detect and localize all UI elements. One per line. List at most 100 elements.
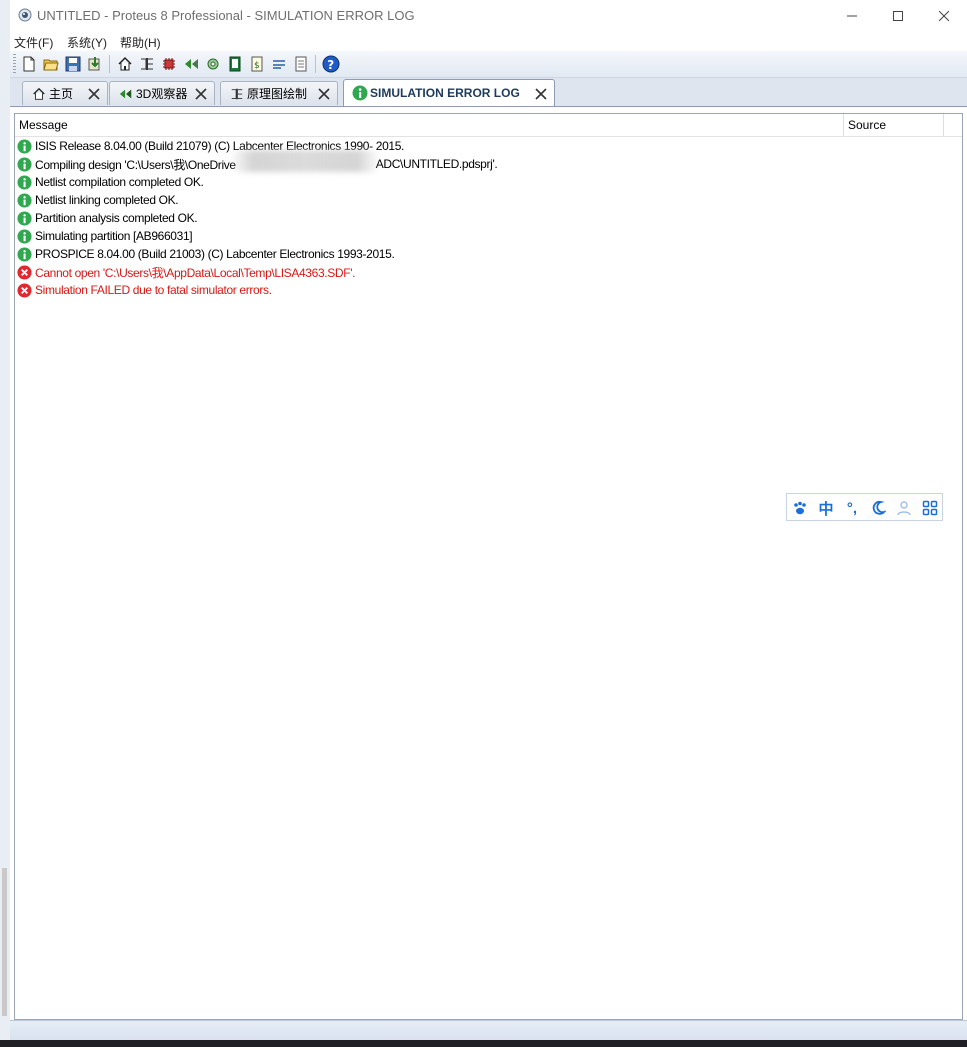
- save-icon: [65, 56, 81, 72]
- info-icon: [17, 156, 32, 172]
- notes-button[interactable]: [291, 54, 311, 74]
- toolbar-grip[interactable]: [13, 54, 16, 73]
- log-row[interactable]: Netlist linking completed OK.: [17, 191, 179, 209]
- svg-text:$: $: [254, 61, 260, 71]
- menu-help[interactable]: 帮助(H): [120, 34, 161, 51]
- tab-simulation-error-log[interactable]: SIMULATION ERROR LOG: [343, 79, 555, 106]
- column-divider[interactable]: [843, 114, 844, 136]
- bom-button[interactable]: [225, 54, 245, 74]
- 3d-viewer-icon: [185, 59, 198, 69]
- tab-schematic-label: 原理图绘制: [247, 87, 308, 101]
- bill-of-materials-icon: [229, 56, 241, 72]
- taskbar: [0, 1040, 967, 1047]
- close-tab-icon[interactable]: [87, 87, 101, 101]
- document-tabs: 主页 3D观察器 原理图绘制 SIMULATION ERROR LOG: [10, 78, 967, 107]
- log-row-error[interactable]: Cannot open 'C:\Users\我\AppData\Local\Te…: [17, 263, 355, 281]
- gerber-button[interactable]: [203, 54, 223, 74]
- window-title: UNTITLED - Proteus 8 Professional - SIMU…: [37, 8, 415, 23]
- log-row-error[interactable]: Simulation FAILED due to fatal simulator…: [17, 281, 272, 299]
- close-tab-icon[interactable]: [317, 87, 331, 101]
- new-file-button[interactable]: [19, 54, 39, 74]
- proteus-window: UNTITLED - Proteus 8 Professional - SIMU…: [10, 0, 967, 1041]
- design-explorer-button[interactable]: $: [247, 54, 267, 74]
- close-icon: [939, 10, 949, 21]
- log-column-header: Message Source: [15, 114, 962, 137]
- ime-punctuation[interactable]: °,: [843, 499, 861, 517]
- menu-file[interactable]: 文件(F): [14, 34, 53, 51]
- maximize-icon: [893, 10, 903, 21]
- log-row[interactable]: Partition analysis completed OK.: [17, 209, 198, 227]
- log-message: Simulating partition [AB966031]: [35, 229, 193, 243]
- pcb-button[interactable]: [159, 54, 179, 74]
- help-button[interactable]: ?: [321, 54, 341, 74]
- log-message: Netlist linking completed OK.: [35, 193, 179, 207]
- minimize-icon: [847, 15, 857, 16]
- tab-schematic[interactable]: 原理图绘制: [220, 81, 338, 105]
- netlist-button[interactable]: [269, 54, 289, 74]
- info-icon: [352, 85, 368, 101]
- import-icon: [88, 57, 100, 71]
- column-source[interactable]: Source: [848, 118, 886, 132]
- log-row[interactable]: Simulating partition [AB966031]: [17, 227, 193, 245]
- open-folder-icon: [43, 59, 59, 71]
- 3d-viewer-button[interactable]: [181, 54, 201, 74]
- error-log-panel: Message Source ISIS Release 8.04.00 (Bui…: [14, 113, 963, 1020]
- log-message: Simulation FAILED due to fatal simulator…: [35, 283, 272, 297]
- schematic-icon: [229, 86, 245, 102]
- ime-chinese-mode[interactable]: 中: [817, 499, 835, 518]
- toolbar-separator: [109, 55, 110, 73]
- info-icon: [17, 210, 32, 226]
- error-icon: [17, 264, 32, 280]
- grid-icon[interactable]: [921, 499, 939, 517]
- moon-icon[interactable]: [869, 499, 887, 517]
- redaction-blur: [230, 150, 380, 172]
- close-tab-icon[interactable]: [194, 87, 208, 101]
- log-message: PROSPICE 8.04.00 (Build 21003) (C) Labce…: [35, 247, 395, 261]
- design-explorer-icon: $: [251, 56, 263, 72]
- ime-toolbar: 中 °,: [786, 493, 943, 521]
- log-row[interactable]: PROSPICE 8.04.00 (Build 21003) (C) Labce…: [17, 245, 395, 263]
- log-message: Cannot open 'C:\Users\我\AppData\Local\Te…: [35, 265, 356, 280]
- save-button[interactable]: [63, 54, 83, 74]
- info-icon: [17, 192, 32, 208]
- home-button[interactable]: [115, 54, 135, 74]
- minimize-button[interactable]: [829, 0, 875, 31]
- schematic-icon: [141, 58, 153, 70]
- menu-system[interactable]: 系统(Y): [67, 34, 107, 51]
- column-divider[interactable]: [943, 114, 944, 136]
- pcb-chip-icon: [163, 58, 175, 70]
- info-icon: [17, 174, 32, 190]
- info-icon: [17, 228, 32, 244]
- log-row[interactable]: Netlist compilation completed OK.: [17, 173, 204, 191]
- maximize-button[interactable]: [875, 0, 921, 31]
- tab-home[interactable]: 主页: [22, 81, 108, 105]
- toolbar: $ ?: [10, 51, 967, 78]
- background-scrollbar: [2, 868, 7, 1016]
- proteus-app-icon: [18, 8, 32, 22]
- tab-3d-viewer[interactable]: 3D观察器: [109, 81, 215, 105]
- close-tab-icon[interactable]: [534, 87, 548, 101]
- home-icon: [118, 56, 132, 71]
- status-bar: [10, 1020, 967, 1041]
- log-message: Partition analysis completed OK.: [35, 211, 198, 225]
- notes-icon: [295, 56, 307, 72]
- schematic-button[interactable]: [137, 54, 157, 74]
- help-icon: ?: [322, 55, 340, 73]
- netlist-icon: [273, 60, 285, 69]
- error-icon: [17, 282, 32, 298]
- new-file-icon: [23, 56, 35, 72]
- info-icon: [17, 246, 32, 262]
- gerber-icon: [207, 58, 219, 70]
- user-icon[interactable]: [895, 499, 913, 517]
- open-button[interactable]: [41, 54, 61, 74]
- import-button[interactable]: [85, 54, 105, 74]
- column-message[interactable]: Message: [19, 118, 68, 132]
- svg-text:?: ?: [327, 58, 334, 72]
- 3d-viewer-icon: [118, 86, 134, 102]
- log-message: Compiling design 'C:\Users\我\OneDrive: [35, 157, 236, 172]
- menu-bar: 文件(F) 系统(Y) 帮助(H): [10, 31, 967, 51]
- log-message-tail: ADC\UNTITLED.pdsprj'.: [375, 157, 498, 171]
- tab-simulation-error-log-label: SIMULATION ERROR LOG: [370, 86, 520, 100]
- close-button[interactable]: [921, 0, 967, 31]
- paw-icon[interactable]: [791, 499, 809, 517]
